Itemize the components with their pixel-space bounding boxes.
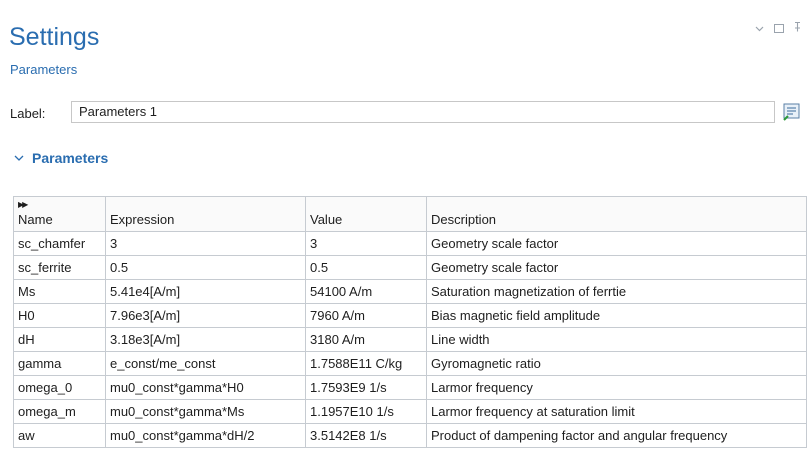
table-row[interactable]: omega_0 mu0_const*gamma*H0 1.7593E9 1/s …: [13, 375, 807, 400]
cell-value: 1.1957E10 1/s: [305, 399, 427, 424]
label-settings-button[interactable]: [782, 102, 802, 122]
table-row[interactable]: omega_m mu0_const*gamma*Ms 1.1957E10 1/s…: [13, 399, 807, 424]
cell-expression[interactable]: mu0_const*gamma*Ms: [105, 399, 306, 424]
parameters-section-header[interactable]: Parameters: [14, 150, 108, 166]
column-header-name[interactable]: ▶▶ Name: [13, 196, 106, 232]
cell-name[interactable]: sc_chamfer: [13, 231, 106, 256]
cell-name[interactable]: H0: [13, 303, 106, 328]
cell-expression[interactable]: e_const/me_const: [105, 351, 306, 376]
cell-name[interactable]: omega_0: [13, 375, 106, 400]
table-row[interactable]: dH 3.18e3[A/m] 3180 A/m Line width: [13, 327, 807, 352]
text-box-icon: [783, 103, 800, 121]
cell-value: 0.5: [305, 255, 427, 280]
cell-expression[interactable]: 3: [105, 231, 306, 256]
column-header-description[interactable]: Description: [426, 196, 807, 232]
label-field[interactable]: Parameters 1: [71, 101, 775, 123]
chevron-down-icon[interactable]: [755, 23, 764, 35]
table-row[interactable]: sc_ferrite 0.5 0.5 Geometry scale factor: [13, 255, 807, 280]
cell-name[interactable]: Ms: [13, 279, 106, 304]
cell-value: 7960 A/m: [305, 303, 427, 328]
cell-expression[interactable]: 7.96e3[A/m]: [105, 303, 306, 328]
window-controls: [755, 21, 801, 35]
cell-expression[interactable]: 5.41e4[A/m]: [105, 279, 306, 304]
cell-value: 1.7588E11 C/kg: [305, 351, 427, 376]
settings-subtitle: Parameters: [10, 62, 78, 77]
cell-description[interactable]: Gyromagnetic ratio: [426, 351, 807, 376]
label-caption: Label:: [10, 106, 46, 121]
cell-description[interactable]: Saturation magnetization of ferrtie: [426, 279, 807, 304]
cell-expression[interactable]: mu0_const*gamma*H0: [105, 375, 306, 400]
cell-description[interactable]: Geometry scale factor: [426, 231, 807, 256]
settings-title: Settings: [9, 23, 100, 51]
chevron-down-icon: [14, 151, 32, 165]
table-row[interactable]: Ms 5.41e4[A/m] 54100 A/m Saturation magn…: [13, 279, 807, 304]
cell-expression[interactable]: 3.18e3[A/m]: [105, 327, 306, 352]
column-header-value[interactable]: Value: [305, 196, 427, 232]
maximize-icon[interactable]: [774, 24, 784, 33]
cell-value: 3.5142E8 1/s: [305, 423, 427, 448]
cell-value: 1.7593E9 1/s: [305, 375, 427, 400]
cell-description[interactable]: Larmor frequency at saturation limit: [426, 399, 807, 424]
column-header-expression[interactable]: Expression: [105, 196, 306, 232]
cell-name[interactable]: sc_ferrite: [13, 255, 106, 280]
label-row: Label: Parameters 1: [10, 101, 801, 125]
cell-name[interactable]: dH: [13, 327, 106, 352]
cell-value: 54100 A/m: [305, 279, 427, 304]
parameters-section-title: Parameters: [32, 150, 109, 166]
cell-expression[interactable]: mu0_const*gamma*dH/2: [105, 423, 306, 448]
table-row[interactable]: sc_chamfer 3 3 Geometry scale factor: [13, 231, 807, 256]
table-row[interactable]: gamma e_const/me_const 1.7588E11 C/kg Gy…: [13, 351, 807, 376]
cell-name[interactable]: gamma: [13, 351, 106, 376]
pin-icon[interactable]: [794, 21, 801, 35]
cell-description[interactable]: Bias magnetic field amplitude: [426, 303, 807, 328]
cell-value: 3180 A/m: [305, 327, 427, 352]
cell-name[interactable]: omega_m: [13, 399, 106, 424]
cell-description[interactable]: Line width: [426, 327, 807, 352]
table-header-row: ▶▶ Name Expression Value Description: [13, 196, 807, 232]
table-row[interactable]: H0 7.96e3[A/m] 7960 A/m Bias magnetic fi…: [13, 303, 807, 328]
cell-name[interactable]: aw: [13, 423, 106, 448]
expand-arrows-icon[interactable]: ▶▶: [18, 200, 28, 209]
cell-expression[interactable]: 0.5: [105, 255, 306, 280]
cell-description[interactable]: Larmor frequency: [426, 375, 807, 400]
table-row[interactable]: aw mu0_const*gamma*dH/2 3.5142E8 1/s Pro…: [13, 423, 807, 448]
parameters-table: ▶▶ Name Expression Value Description sc_…: [13, 196, 807, 448]
cell-value: 3: [305, 231, 427, 256]
cell-description[interactable]: Geometry scale factor: [426, 255, 807, 280]
cell-description[interactable]: Product of dampening factor and angular …: [426, 423, 807, 448]
